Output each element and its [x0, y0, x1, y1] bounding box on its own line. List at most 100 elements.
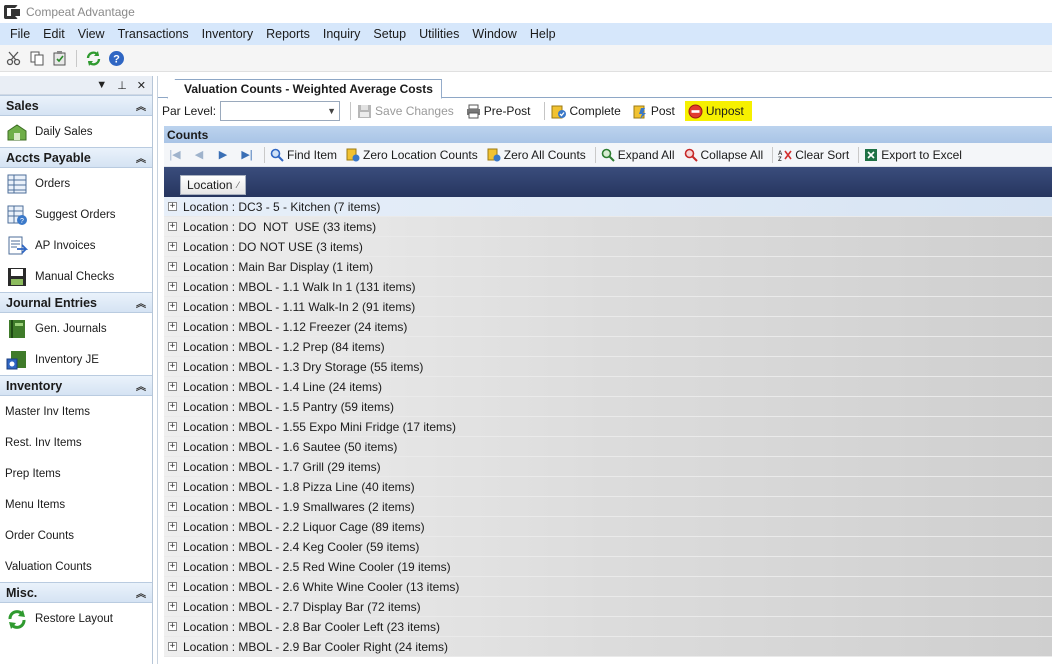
tab-valuation-counts[interactable]: Valuation Counts - Weighted Average Cost…: [167, 79, 442, 99]
previous-record-icon[interactable]: ◀: [192, 148, 206, 161]
collapse-chevron-icon[interactable]: ︽: [136, 295, 146, 310]
collapse-chevron-icon[interactable]: ︽: [136, 585, 146, 600]
collapse-chevron-icon[interactable]: ︽: [136, 150, 146, 165]
expand-row-icon[interactable]: +: [168, 642, 177, 651]
menu-help[interactable]: Help: [525, 27, 561, 41]
table-row[interactable]: + Location : MBOL - 1.12 Freezer (24 item…: [164, 317, 1052, 337]
last-record-icon[interactable]: ▶|: [240, 148, 254, 161]
expand-row-icon[interactable]: +: [168, 382, 177, 391]
menu-file[interactable]: File: [5, 27, 35, 41]
expand-row-icon[interactable]: +: [168, 202, 177, 211]
expand-row-icon[interactable]: +: [168, 582, 177, 591]
expand-row-icon[interactable]: +: [168, 222, 177, 231]
group-by-location-chip[interactable]: Location ⁄: [180, 175, 246, 195]
group-header-inventory[interactable]: Inventory ︽: [0, 375, 152, 396]
help-icon[interactable]: ?: [108, 50, 125, 67]
unpost-button[interactable]: Unpost: [684, 101, 752, 121]
nav-item-order-counts[interactable]: Order Counts: [0, 520, 152, 551]
nav-item-menu-items[interactable]: Menu Items: [0, 489, 152, 520]
expand-row-icon[interactable]: +: [168, 602, 177, 611]
expand-row-icon[interactable]: +: [168, 422, 177, 431]
menu-view[interactable]: View: [73, 27, 110, 41]
menu-edit[interactable]: Edit: [38, 27, 70, 41]
paste-icon[interactable]: [51, 50, 68, 67]
table-row[interactable]: + Location : MBOL - 2.5 Red Wine Cooler (…: [164, 557, 1052, 577]
menu-reports[interactable]: Reports: [261, 27, 315, 41]
expand-row-icon[interactable]: +: [168, 542, 177, 551]
nav-item-gen-journals[interactable]: Gen. Journals: [0, 313, 152, 344]
expand-row-icon[interactable]: +: [168, 342, 177, 351]
nav-item-daily-sales[interactable]: Daily Sales: [0, 116, 152, 147]
sidebar-pin-icon[interactable]: ⊥: [117, 79, 127, 92]
next-record-icon[interactable]: ▶: [216, 148, 230, 161]
collapse-chevron-icon[interactable]: ︽: [136, 378, 146, 393]
table-row[interactable]: + Location : MBOL - 2.7 Display Bar (72 i…: [164, 597, 1052, 617]
nav-item-suggest-orders[interactable]: ? Suggest Orders: [0, 199, 152, 230]
expand-row-icon[interactable]: +: [168, 242, 177, 251]
nav-item-master-inv-items[interactable]: Master Inv Items: [0, 396, 152, 427]
table-row[interactable]: + Location : MBOL - 1.6 Sautee (50 items): [164, 437, 1052, 457]
copy-icon[interactable]: [28, 50, 45, 67]
table-row[interactable]: + Location : MBOL - 1.9 Smallwares (2 ite…: [164, 497, 1052, 517]
par-level-dropdown[interactable]: ▼: [220, 101, 341, 121]
group-header-sales[interactable]: Sales ︽: [0, 95, 152, 116]
expand-row-icon[interactable]: +: [168, 502, 177, 511]
zero-all-counts-button[interactable]: Zero All Counts: [487, 148, 586, 162]
menu-transactions[interactable]: Transactions: [113, 27, 194, 41]
menu-setup[interactable]: Setup: [368, 27, 411, 41]
export-to-excel-button[interactable]: Export to Excel: [864, 148, 962, 162]
expand-row-icon[interactable]: +: [168, 462, 177, 471]
table-row[interactable]: + Location : MBOL - 1.7 Grill (29 items): [164, 457, 1052, 477]
chevron-down-icon[interactable]: ▼: [327, 106, 336, 116]
save-changes-button[interactable]: Save Changes: [355, 101, 456, 121]
table-row[interactable]: + Location : MBOL - 2.6 White Wine Cooler…: [164, 577, 1052, 597]
refresh-icon[interactable]: [85, 50, 102, 67]
menu-inventory[interactable]: Inventory: [197, 27, 258, 41]
nav-item-inventory-je[interactable]: Inventory JE: [0, 344, 152, 375]
table-row[interactable]: + Location : MBOL - 1.8 Pizza Line (40 it…: [164, 477, 1052, 497]
first-record-icon[interactable]: |◀: [168, 148, 182, 161]
table-row[interactable]: + Location : MBOL - 1.3 Dry Storage (55 i…: [164, 357, 1052, 377]
expand-row-icon[interactable]: +: [168, 522, 177, 531]
table-row[interactable]: + Location : MBOL - 2.8 Bar Cooler Left (…: [164, 617, 1052, 637]
complete-button[interactable]: Complete: [549, 101, 622, 121]
menu-utilities[interactable]: Utilities: [414, 27, 464, 41]
table-row[interactable]: + Location : MBOL - 1.55 Expo Mini Fridge…: [164, 417, 1052, 437]
pre-post-button[interactable]: Pre-Post: [464, 101, 533, 121]
expand-row-icon[interactable]: +: [168, 302, 177, 311]
table-row[interactable]: + Location : DO NOT USE (33 items): [164, 217, 1052, 237]
nav-item-ap-invoices[interactable]: AP Invoices: [0, 230, 152, 261]
menu-inquiry[interactable]: Inquiry: [318, 27, 366, 41]
table-row[interactable]: + Location : DC3 - 5 - Kitchen (7 items): [164, 197, 1052, 217]
table-row[interactable]: + Location : MBOL - 1.4 Line (24 items): [164, 377, 1052, 397]
cut-icon[interactable]: [5, 50, 22, 67]
table-row[interactable]: + Location : MBOL - 1.1 Walk In 1 (131 it…: [164, 277, 1052, 297]
expand-row-icon[interactable]: +: [168, 402, 177, 411]
nav-item-manual-checks[interactable]: Manual Checks: [0, 261, 152, 292]
expand-row-icon[interactable]: +: [168, 442, 177, 451]
expand-row-icon[interactable]: +: [168, 362, 177, 371]
table-row[interactable]: + Location : DO NOT USE (3 items): [164, 237, 1052, 257]
menu-window[interactable]: Window: [467, 27, 521, 41]
table-row[interactable]: + Location : MBOL - 2.4 Keg Cooler (59 it…: [164, 537, 1052, 557]
table-row[interactable]: + Location : MBOL - 1.2 Prep (84 items): [164, 337, 1052, 357]
expand-row-icon[interactable]: +: [168, 622, 177, 631]
table-row[interactable]: + Location : MBOL - 2.9 Bar Cooler Right …: [164, 637, 1052, 657]
table-row[interactable]: + Location : MBOL - 2.2 Liquor Cage (89 i…: [164, 517, 1052, 537]
table-row[interactable]: + Location : MBOL - 1.5 Pantry (59 items): [164, 397, 1052, 417]
expand-all-button[interactable]: Expand All: [601, 148, 675, 162]
group-header-misc[interactable]: Misc. ︽: [0, 582, 152, 603]
group-header-accts-payable[interactable]: Accts Payable ︽: [0, 147, 152, 168]
collapse-all-button[interactable]: Collapse All: [684, 148, 763, 162]
zero-location-counts-button[interactable]: Zero Location Counts: [346, 148, 478, 162]
nav-item-valuation-counts[interactable]: Valuation Counts: [0, 551, 152, 582]
nav-item-prep-items[interactable]: Prep Items: [0, 458, 152, 489]
expand-row-icon[interactable]: +: [168, 562, 177, 571]
sidebar-dropdown-icon[interactable]: ▼: [96, 79, 107, 91]
sidebar-close-icon[interactable]: ✕: [137, 79, 146, 92]
expand-row-icon[interactable]: +: [168, 282, 177, 291]
find-item-button[interactable]: Find Item: [270, 148, 337, 162]
table-row[interactable]: + Location : MBOL - 1.11 Walk-In 2 (91 it…: [164, 297, 1052, 317]
post-button[interactable]: Post: [631, 101, 677, 121]
nav-item-rest-inv-items[interactable]: Rest. Inv Items: [0, 427, 152, 458]
